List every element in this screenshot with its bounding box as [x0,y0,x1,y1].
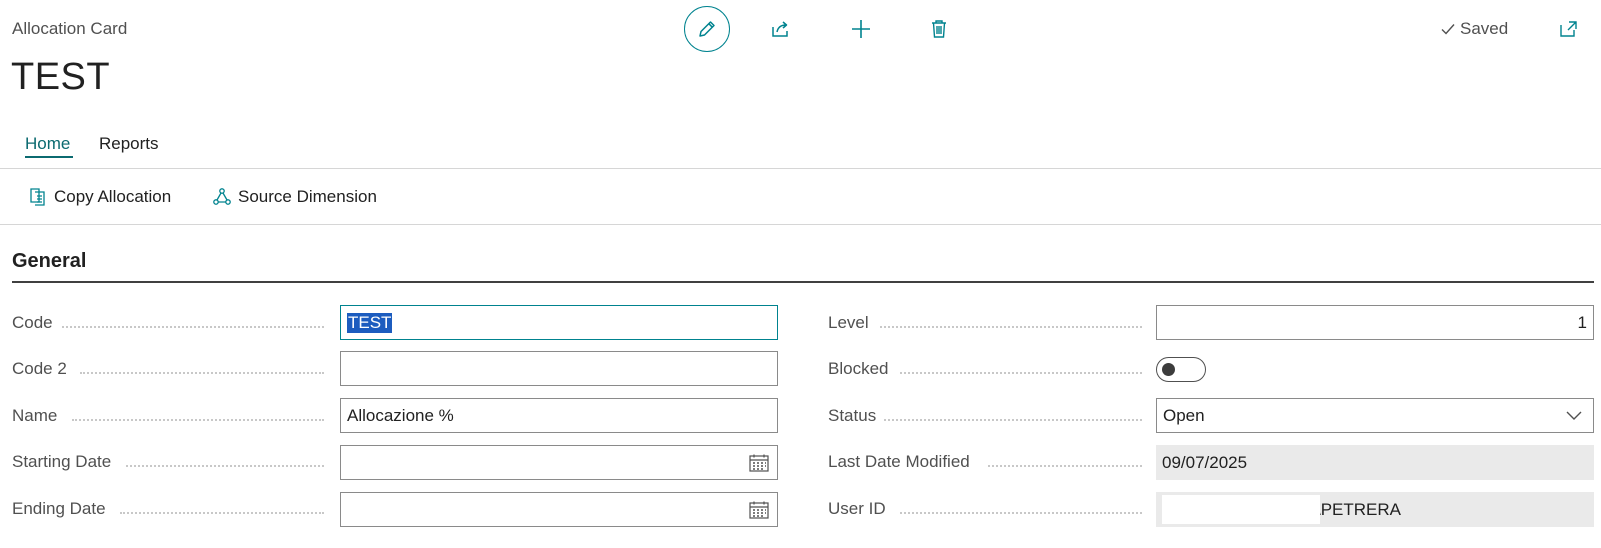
ending-date-field[interactable] [340,492,778,527]
level-label: Level [828,313,869,333]
blocked-label-text: Blocked [828,359,889,378]
copy-allocation-action[interactable]: Copy Allocation [28,187,171,207]
status-label-text: Status [828,406,877,425]
code2-label-text: Code 2 [12,359,67,378]
level-leader [880,326,1142,328]
name-field[interactable]: Allocazione % [340,398,778,433]
code-label-text: Code [12,313,53,332]
code2-field[interactable] [340,351,778,386]
tabs-divider [0,168,1601,169]
tab-home[interactable]: Home [25,134,70,154]
code2-leader [80,372,324,374]
blocked-toggle[interactable] [1156,357,1206,382]
source-dimension-label: Source Dimension [238,187,377,206]
code-field[interactable]: TEST [340,305,778,340]
tab-reports[interactable]: Reports [99,134,159,154]
blocked-leader [900,372,1142,374]
copy-allocation-label: Copy Allocation [54,187,172,206]
ending-date-label: Ending Date [12,499,106,519]
calendar-icon[interactable] [749,501,769,519]
section-divider [12,281,1594,283]
user-id-field: \PETRERA [1156,492,1594,527]
page-caption: Allocation Card [12,19,128,38]
copy-icon [30,188,45,206]
plus-icon [852,20,870,38]
starting-date-label: Starting Date [12,452,111,472]
edit-button[interactable] [684,6,730,52]
user-id-label-text: User ID [828,499,886,518]
share-button[interactable] [766,14,796,44]
name-label: Name [12,406,57,426]
last-date-modified-leader [988,465,1142,467]
starting-date-leader [126,465,324,467]
level-label-text: Level [828,313,869,332]
ending-date-leader [120,512,324,514]
last-date-modified-value: 09/07/2025 [1162,452,1248,472]
blocked-label: Blocked [828,359,888,379]
dimension-icon [213,188,231,205]
name-label-text: Name [12,406,58,425]
status-value: Open [1163,405,1205,425]
last-date-modified-field: 09/07/2025 [1156,445,1594,480]
saved-label: Saved [1460,19,1509,38]
trash-icon [932,20,946,38]
calendar-icon[interactable] [749,454,769,472]
user-id-value: \PETRERA [1316,499,1402,519]
status-leader [884,419,1142,421]
level-value: 1 [1577,312,1587,332]
popout-button[interactable] [1554,14,1584,44]
name-leader [72,419,324,421]
share-icon [772,21,788,37]
status-label: Status [828,406,876,426]
name-value: Allocazione % [347,405,454,425]
last-date-modified-label-text: Last Date Modified [828,452,970,471]
check-icon [1441,24,1455,35]
new-button[interactable] [846,14,876,44]
toggle-knob [1162,363,1175,376]
last-date-modified-label: Last Date Modified [828,452,970,472]
source-dimension-action[interactable]: Source Dimension [212,187,377,207]
page-title: TEST [11,56,111,98]
status-select[interactable]: Open [1156,398,1594,433]
code-leader [62,326,324,328]
ending-date-label-text: Ending Date [12,499,106,518]
code-label: Code [12,313,53,333]
user-id-label: User ID [828,499,886,519]
section-general-title[interactable]: General [12,250,86,273]
starting-date-label-text: Starting Date [12,452,112,471]
code2-label: Code 2 [12,359,67,379]
delete-button[interactable] [924,14,954,44]
level-field[interactable]: 1 [1156,305,1594,340]
code-value: TEST [347,312,393,333]
popout-icon [1560,21,1577,37]
user-id-leader [900,512,1142,514]
redacted-block [1162,495,1320,524]
edit-icon [699,21,715,37]
chevron-down-icon [1566,411,1582,420]
saved-status: Saved [1440,19,1508,39]
starting-date-field[interactable] [340,445,778,480]
actions-divider [0,224,1601,225]
tab-home-underline [25,156,73,158]
